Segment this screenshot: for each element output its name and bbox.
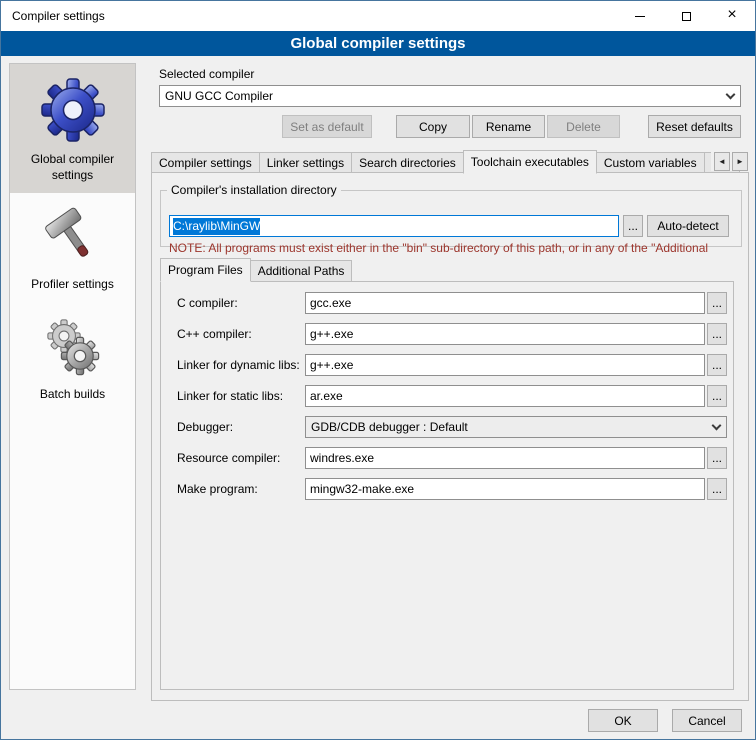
selected-compiler-value: GNU GCC Compiler xyxy=(165,89,273,103)
dynamic-linker-browse-button[interactable]: ... xyxy=(707,354,727,376)
cpp-compiler-input[interactable] xyxy=(305,323,705,345)
rename-button[interactable]: Rename xyxy=(472,115,545,138)
dynamic-linker-row: Linker for dynamic libs: ... xyxy=(177,354,727,376)
selected-compiler-label: Selected compiler xyxy=(159,67,254,81)
bin-subdirectory-note: NOTE: All programs must exist either in … xyxy=(169,241,739,255)
program-files-panel: C compiler: ... C++ compiler: ... Linker… xyxy=(160,281,734,690)
debugger-label: Debugger: xyxy=(177,416,305,438)
sidebar-item-global-compiler-settings[interactable]: Global compiler settings xyxy=(10,64,135,193)
static-linker-browse-button[interactable]: ... xyxy=(707,385,727,407)
cancel-button[interactable]: Cancel xyxy=(672,709,742,732)
dynamic-linker-input[interactable] xyxy=(305,354,705,376)
debugger-dropdown[interactable]: GDB/CDB debugger : Default xyxy=(305,416,727,438)
tab-custom-variables[interactable]: Custom variables xyxy=(596,152,705,173)
ok-button[interactable]: OK xyxy=(588,709,658,732)
delete-button[interactable]: Delete xyxy=(547,115,620,138)
subtab-additional-paths[interactable]: Additional Paths xyxy=(250,260,353,281)
installation-directory-group: Compiler's installation directory C:\ray… xyxy=(160,183,742,247)
static-linker-label: Linker for static libs: xyxy=(177,385,305,407)
resource-compiler-input[interactable] xyxy=(305,447,705,469)
chevron-down-icon xyxy=(707,417,726,437)
autodetect-button[interactable]: Auto-detect xyxy=(647,215,729,237)
maximize-icon xyxy=(682,12,691,21)
chevron-down-icon xyxy=(721,86,740,106)
sidebar-item-profiler-settings[interactable]: Profiler settings xyxy=(10,193,135,303)
tab-linker-settings[interactable]: Linker settings xyxy=(259,152,352,173)
dialog-header: Global compiler settings xyxy=(1,31,755,56)
sidebar-item-batch-builds[interactable]: Batch builds xyxy=(10,303,135,413)
c-compiler-row: C compiler: ... xyxy=(177,292,727,314)
tab-toolchain-executables[interactable]: Toolchain executables xyxy=(463,150,597,174)
c-compiler-label: C compiler: xyxy=(177,292,305,314)
subtab-program-files[interactable]: Program Files xyxy=(160,258,251,282)
window-title: Compiler settings xyxy=(12,9,105,23)
toolchain-executables-panel: Compiler's installation directory C:\ray… xyxy=(151,172,749,701)
debugger-row: Debugger: GDB/CDB debugger : Default xyxy=(177,416,727,438)
tab-compiler-settings[interactable]: Compiler settings xyxy=(151,152,260,173)
browse-directory-button[interactable]: ... xyxy=(623,215,643,237)
debugger-value: GDB/CDB debugger : Default xyxy=(311,420,468,434)
close-icon: × xyxy=(727,7,736,23)
tab-scroll-left-button[interactable]: ◄ xyxy=(714,152,730,171)
c-compiler-browse-button[interactable]: ... xyxy=(707,292,727,314)
titlebar: Compiler settings × xyxy=(1,1,755,31)
sidebar-item-label: Batch builds xyxy=(13,387,132,403)
make-program-input[interactable] xyxy=(305,478,705,500)
sidebar-item-label: Profiler settings xyxy=(13,277,132,293)
copy-button[interactable]: Copy xyxy=(396,115,470,138)
set-as-default-button[interactable]: Set as default xyxy=(282,115,372,138)
minimize-button[interactable] xyxy=(617,1,663,31)
program-files-tabs: Program Files Additional Paths xyxy=(160,257,351,281)
installation-directory-group-title: Compiler's installation directory xyxy=(167,183,341,197)
maximize-button[interactable] xyxy=(663,1,709,31)
installation-directory-input[interactable]: C:\raylib\MinGW xyxy=(169,215,619,237)
resource-compiler-browse-button[interactable]: ... xyxy=(707,447,727,469)
window-controls: × xyxy=(617,1,755,31)
installation-directory-value: C:\raylib\MinGW xyxy=(173,218,260,235)
resource-compiler-label: Resource compiler: xyxy=(177,447,305,469)
cpp-compiler-label: C++ compiler: xyxy=(177,323,305,345)
compiler-tabs: Compiler settings Linker settings Search… xyxy=(151,149,749,173)
c-compiler-input[interactable] xyxy=(305,292,705,314)
cpp-compiler-row: C++ compiler: ... xyxy=(177,323,727,345)
main-panel: Selected compiler GNU GCC Compiler Set a… xyxy=(151,56,749,716)
hammer-icon xyxy=(41,205,105,269)
make-program-row: Make program: ... xyxy=(177,478,727,500)
sidebar-item-label: Global compiler settings xyxy=(13,152,132,183)
resource-compiler-row: Resource compiler: ... xyxy=(177,447,727,469)
minimize-icon xyxy=(635,16,645,17)
selected-compiler-dropdown[interactable]: GNU GCC Compiler xyxy=(159,85,741,107)
static-linker-input[interactable] xyxy=(305,385,705,407)
cpp-compiler-browse-button[interactable]: ... xyxy=(707,323,727,345)
tab-scroll-right-button[interactable]: ► xyxy=(732,152,748,171)
tab-search-directories[interactable]: Search directories xyxy=(351,152,464,173)
tab-scroll-controls: ◄ ► xyxy=(711,152,748,171)
make-program-label: Make program: xyxy=(177,478,305,500)
settings-category-list: Global compiler settings Profiler settin… xyxy=(9,63,136,690)
gear-stack-icon xyxy=(41,315,105,379)
toolchain-fields: C compiler: ... C++ compiler: ... Linker… xyxy=(177,292,727,509)
static-linker-row: Linker for static libs: ... xyxy=(177,385,727,407)
reset-defaults-button[interactable]: Reset defaults xyxy=(648,115,741,138)
blue-gear-icon xyxy=(39,76,107,144)
compiler-settings-window: Compiler settings × Global compiler sett… xyxy=(0,0,756,740)
close-button[interactable]: × xyxy=(709,1,755,31)
dynamic-linker-label: Linker for dynamic libs: xyxy=(177,354,305,376)
make-program-browse-button[interactable]: ... xyxy=(707,478,727,500)
